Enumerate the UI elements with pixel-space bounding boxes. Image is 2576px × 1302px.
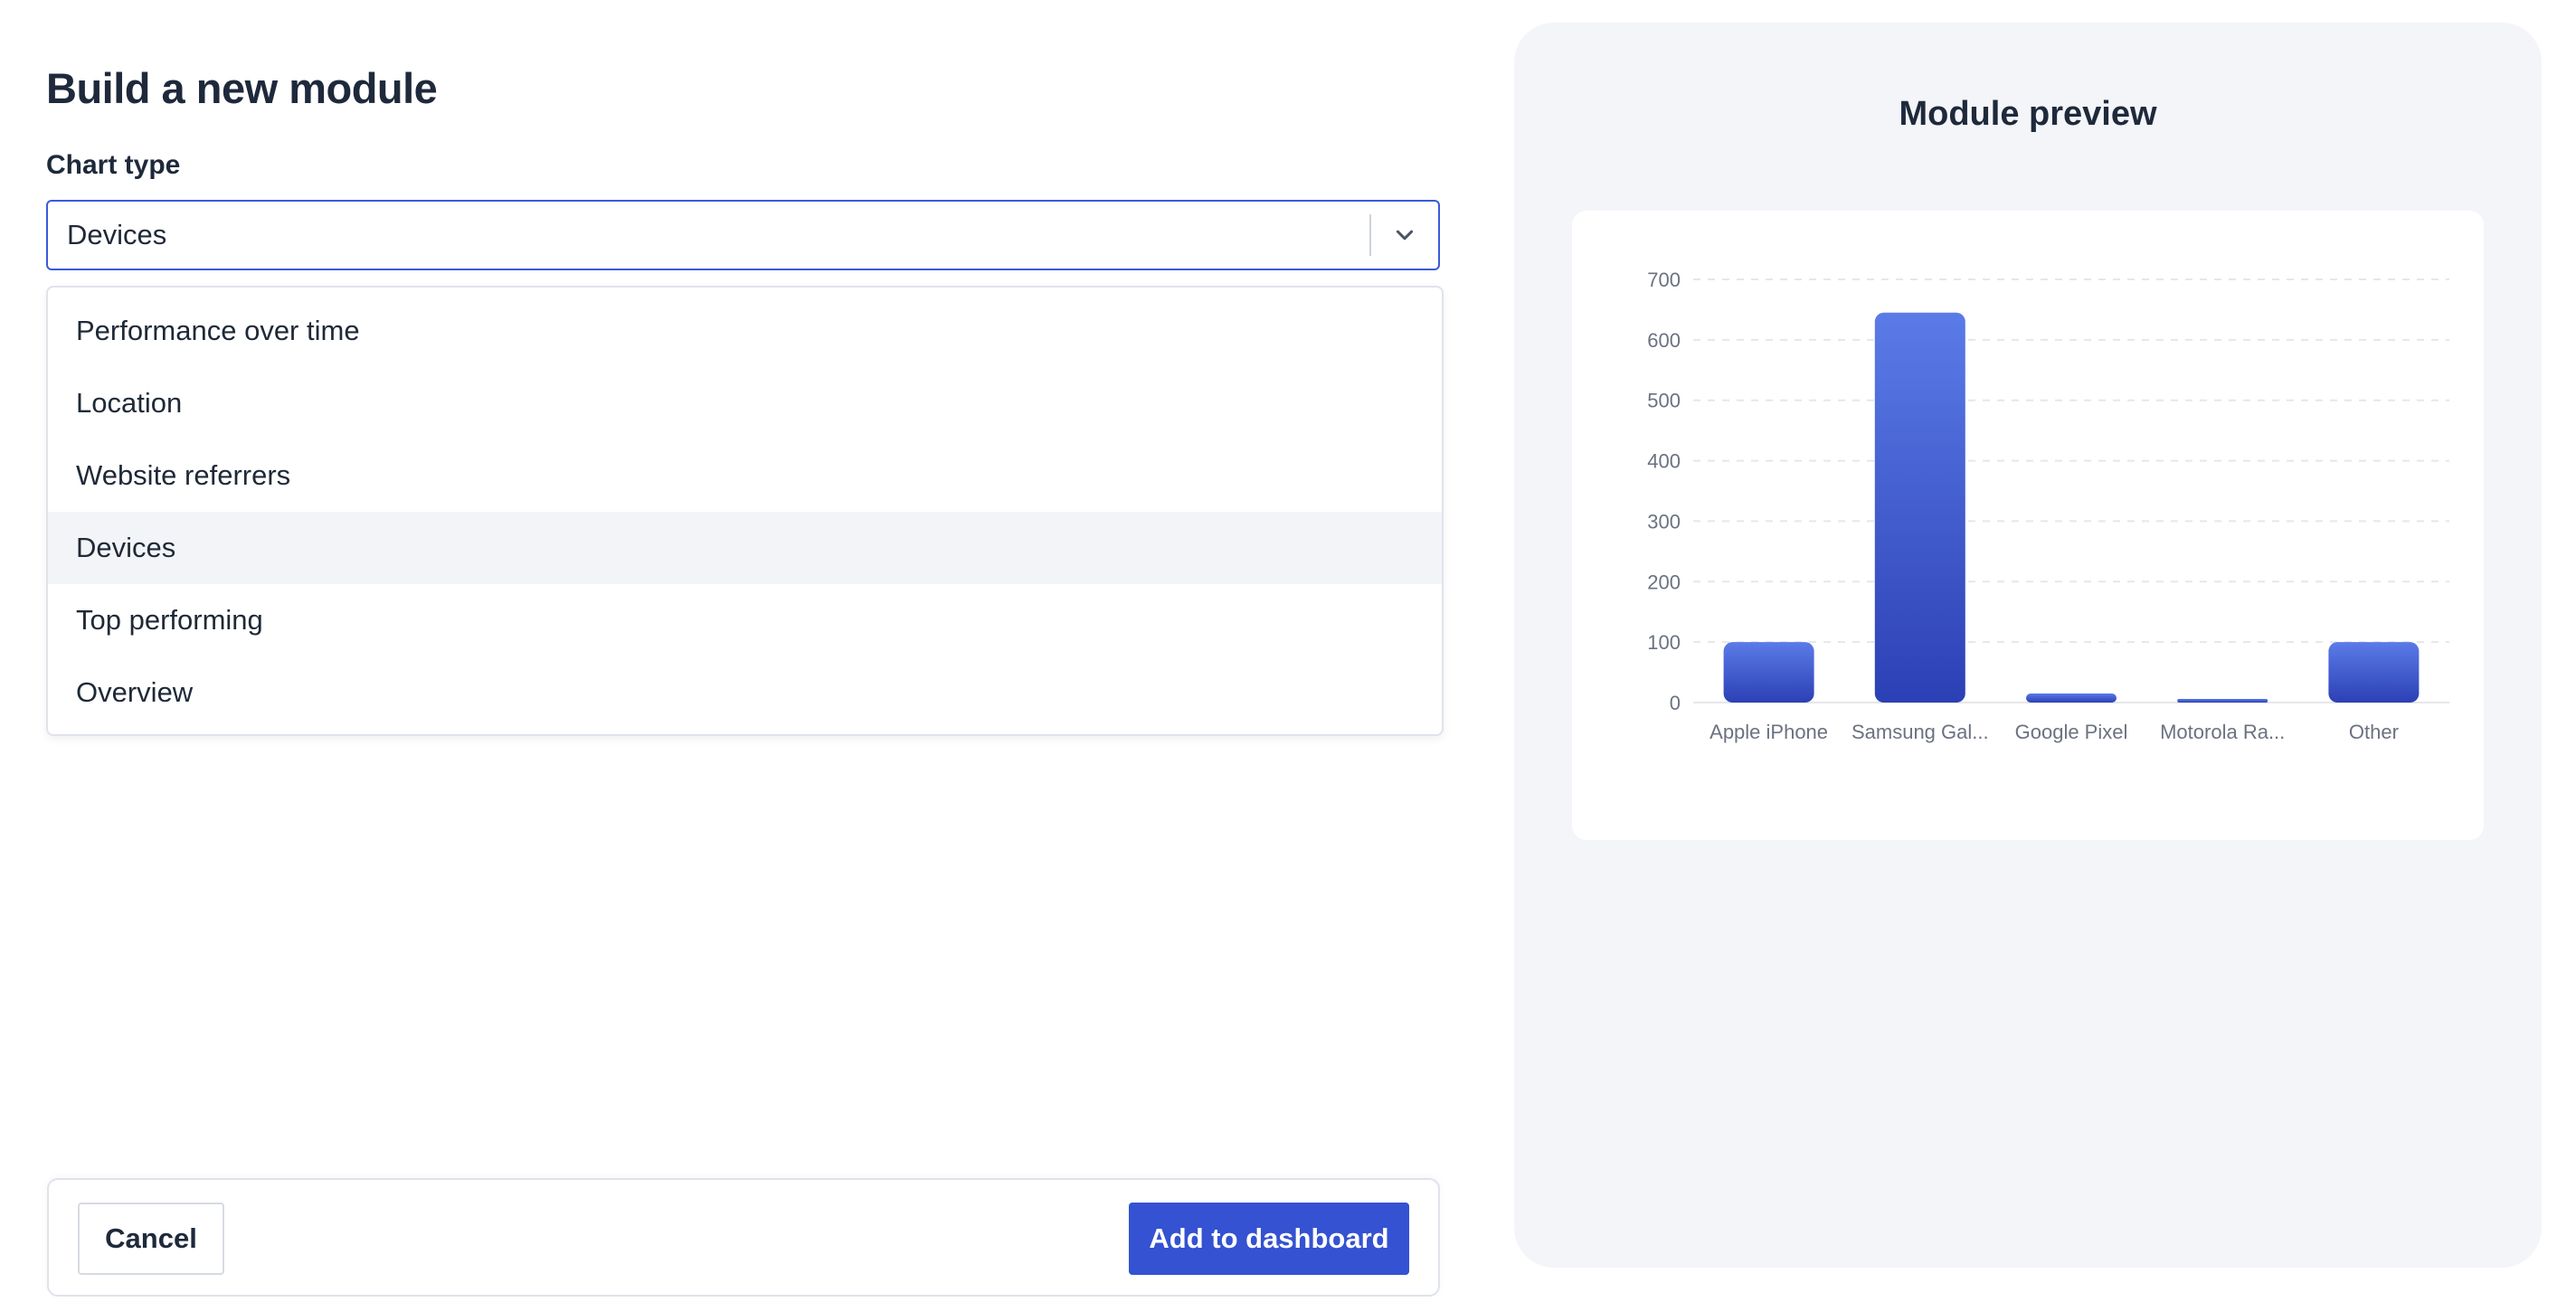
module-preview-panel: Module preview 0 100 200 300 400 500 600 700 App… bbox=[1514, 23, 2542, 1268]
y-tick-label: 0 bbox=[1670, 692, 1681, 714]
bar bbox=[2177, 699, 2268, 703]
y-tick-label: 100 bbox=[1647, 631, 1681, 654]
page-title: Build a new module bbox=[46, 64, 438, 112]
y-tick-label: 700 bbox=[1647, 269, 1681, 291]
chart-type-select[interactable]: Devices bbox=[46, 200, 1440, 270]
option-performance-over-time[interactable]: Performance over time bbox=[48, 295, 1442, 367]
x-tick-label: Apple iPhone bbox=[1709, 721, 1828, 743]
chevron-down-icon[interactable] bbox=[1371, 223, 1438, 247]
x-tick-label: Samsung Gal... bbox=[1852, 721, 1989, 743]
option-location[interactable]: Location bbox=[48, 367, 1442, 439]
add-to-dashboard-button[interactable]: Add to dashboard bbox=[1129, 1203, 1409, 1275]
cancel-button[interactable]: Cancel bbox=[78, 1203, 224, 1275]
bar bbox=[1874, 312, 1965, 703]
chart-type-dropdown-menu: Performance over time Location Website r… bbox=[46, 286, 1444, 736]
bar bbox=[2026, 693, 2117, 703]
y-tick-label: 600 bbox=[1647, 329, 1681, 352]
x-tick-label: Google Pixel bbox=[2015, 721, 2128, 743]
option-website-referrers[interactable]: Website referrers bbox=[48, 439, 1442, 512]
y-tick-label: 400 bbox=[1647, 450, 1681, 473]
bar bbox=[1723, 642, 1814, 703]
preview-title: Module preview bbox=[1899, 95, 2157, 133]
footer-bar: Cancel Add to dashboard bbox=[47, 1178, 1440, 1297]
chart-type-label: Chart type bbox=[46, 150, 181, 180]
option-top-performing[interactable]: Top performing bbox=[48, 584, 1442, 656]
select-value: Devices bbox=[67, 219, 167, 250]
chart-card: 0 100 200 300 400 500 600 700 Apple iPhone Samsun… bbox=[1572, 211, 2484, 840]
bar-chart: 0 100 200 300 400 500 600 700 Apple iPhone Samsun… bbox=[1647, 269, 2449, 743]
option-devices[interactable]: Devices bbox=[48, 512, 1442, 584]
y-tick-label: 300 bbox=[1647, 510, 1681, 533]
x-tick-label: Motorola Ra... bbox=[2160, 721, 2285, 743]
y-tick-label: 200 bbox=[1647, 571, 1681, 593]
x-tick-label: Other bbox=[2349, 721, 2399, 743]
y-tick-label: 500 bbox=[1647, 390, 1681, 412]
option-overview[interactable]: Overview bbox=[48, 656, 1442, 729]
bar bbox=[2328, 642, 2420, 703]
